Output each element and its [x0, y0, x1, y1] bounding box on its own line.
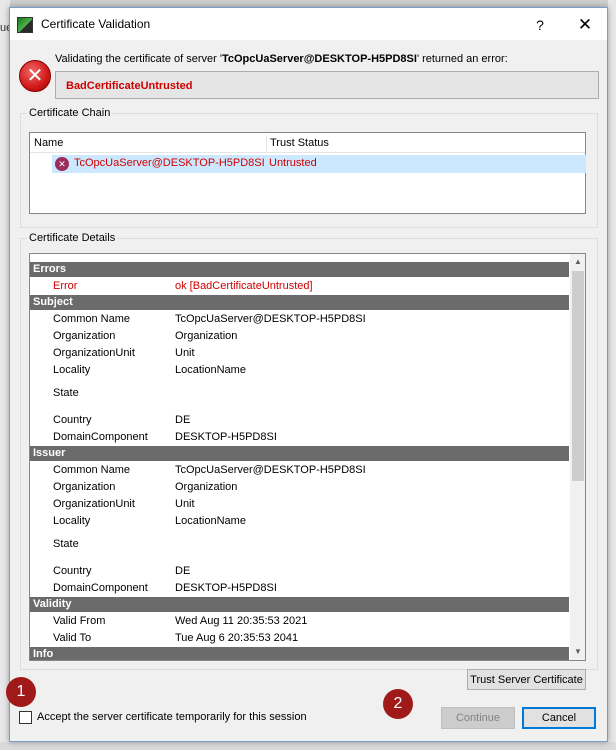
app-icon — [17, 17, 33, 33]
details-row[interactable]: OrganizationUnit Unit — [30, 345, 569, 362]
details-row-key: Valid To — [53, 632, 92, 644]
untrusted-cert-icon: ✕ — [55, 157, 69, 171]
details-scrollbar[interactable]: ▲ ▼ — [570, 254, 585, 660]
cancel-button[interactable]: Cancel — [522, 707, 596, 729]
details-row-key: Error — [53, 280, 78, 292]
annotation-badge-1: 1 — [6, 677, 36, 707]
scroll-down-arrow-icon[interactable]: ▼ — [570, 644, 585, 660]
help-button[interactable]: ? — [525, 14, 555, 36]
details-row-key: State — [53, 538, 79, 550]
details-row[interactable]: Valid From Wed Aug 11 20:35:53 2021 — [30, 613, 569, 630]
close-button[interactable]: ✕ — [570, 14, 600, 36]
details-row-key: DomainComponent — [53, 582, 148, 594]
dialog-title: Certificate Validation — [41, 17, 151, 31]
details-row[interactable]: Organization Organization — [30, 479, 569, 496]
details-row-key: OrganizationUnit — [53, 498, 135, 510]
column-header-trust-status[interactable]: Trust Status — [270, 137, 329, 149]
chain-row[interactable]: ✕ TcOpcUaServer@DESKTOP-H5PD8SI Untruste… — [52, 155, 586, 173]
details-section-header: Subject — [30, 295, 569, 310]
details-row[interactable]: Error ok [BadCertificateUntrusted] — [30, 278, 569, 295]
details-section-header: Issuer — [30, 446, 569, 461]
certificate-details-list[interactable]: Errors Error ok [BadCertificateUntrusted] S… — [29, 253, 586, 661]
details-row[interactable]: State — [30, 379, 569, 412]
details-section-header: Info — [30, 647, 569, 660]
details-row-key: Locality — [53, 515, 91, 527]
background-app-edge-right — [608, 0, 616, 750]
details-row-key: Country — [53, 414, 92, 426]
accept-temporarily-label[interactable]: Accept the server certificate temporaril… — [37, 711, 307, 723]
details-row[interactable]: Country DE — [30, 412, 569, 429]
details-row-value: Tue Aug 6 20:35:53 2041 — [175, 632, 299, 644]
details-row-value: TcOpcUaServer@DESKTOP-H5PD8SI — [175, 313, 366, 325]
details-section-header: Errors — [30, 262, 569, 277]
details-row-value: Organization — [175, 330, 238, 342]
details-row-key: Organization — [53, 330, 116, 342]
details-row[interactable]: Common Name TcOpcUaServer@DESKTOP-H5PD8SI — [30, 311, 569, 328]
details-row-value: DESKTOP-H5PD8SI — [175, 582, 277, 594]
chain-row-status: Untrusted — [269, 157, 317, 169]
details-row[interactable]: DomainComponent DESKTOP-H5PD8SI — [30, 580, 569, 597]
column-divider[interactable] — [266, 135, 267, 151]
details-row-value: Unit — [175, 498, 195, 510]
continue-button[interactable]: Continue — [441, 707, 515, 729]
details-row-value: LocationName — [175, 515, 246, 527]
error-icon: ✕ — [19, 60, 51, 92]
details-row-key: Common Name — [53, 313, 131, 325]
background-app-edge-bottom — [0, 742, 616, 750]
details-row[interactable]: Organization Organization — [30, 328, 569, 345]
details-row-value: TcOpcUaServer@DESKTOP-H5PD8SI — [175, 464, 366, 476]
details-row-value: Unit — [175, 347, 195, 359]
details-row-value: ok [BadCertificateUntrusted] — [175, 280, 313, 292]
accept-temporarily-checkbox[interactable] — [19, 711, 32, 724]
details-row-key: Locality — [53, 364, 91, 376]
details-row-key: Country — [53, 565, 92, 577]
chain-list-header: Name Trust Status — [30, 133, 585, 153]
details-section-header: Validity — [30, 597, 569, 612]
details-row-value: LocationName — [175, 364, 246, 376]
details-row-value: DE — [175, 565, 191, 577]
trust-server-certificate-button[interactable]: Trust Server Certificate — [467, 669, 586, 690]
error-code-box: BadCertificateUntrusted — [55, 71, 599, 99]
annotation-badge-2: 2 — [383, 689, 413, 719]
details-row[interactable]: Locality LocationName — [30, 513, 569, 530]
scroll-up-arrow-icon[interactable]: ▲ — [570, 254, 585, 270]
validation-message: Validating the certificate of server 'Tc… — [55, 53, 508, 65]
details-row-value: Wed Aug 11 20:35:53 2021 — [175, 615, 308, 627]
details-row-value: Organization — [175, 481, 238, 493]
scroll-thumb[interactable] — [572, 271, 584, 481]
certificate-chain-list[interactable]: Name Trust Status ✕ TcOpcUaServer@DESKTO… — [29, 132, 586, 214]
certificate-details-label: Certificate Details — [27, 232, 118, 244]
details-row-key: Common Name — [53, 464, 131, 476]
details-row-key: Organization — [53, 481, 116, 493]
certificate-chain-label: Certificate Chain — [27, 107, 113, 119]
details-row-key: Valid From — [53, 615, 106, 627]
details-row[interactable]: Locality LocationName — [30, 362, 569, 379]
details-row-key: DomainComponent — [53, 431, 148, 443]
details-row-value: DESKTOP-H5PD8SI — [175, 431, 277, 443]
details-row-key: OrganizationUnit — [53, 347, 135, 359]
certificate-validation-dialog: Certificate Validation ? ✕ ✕ Validating … — [9, 7, 608, 742]
details-row-key: State — [53, 387, 79, 399]
details-row[interactable]: OrganizationUnit Unit — [30, 496, 569, 513]
details-row[interactable]: State — [30, 530, 569, 563]
chain-row-name: TcOpcUaServer@DESKTOP-H5PD8SI — [74, 157, 265, 169]
title-bar[interactable]: Certificate Validation ? ✕ — [10, 8, 607, 40]
details-row[interactable]: Valid To Tue Aug 6 20:35:53 2041 — [30, 630, 569, 647]
details-row[interactable]: Common Name TcOpcUaServer@DESKTOP-H5PD8SI — [30, 462, 569, 479]
details-row[interactable]: Country DE — [30, 563, 569, 580]
column-header-name[interactable]: Name — [34, 137, 63, 149]
details-row-value: DE — [175, 414, 191, 426]
server-name: TcOpcUaServer@DESKTOP-H5PD8SI — [221, 53, 417, 65]
details-row[interactable]: DomainComponent DESKTOP-H5PD8SI — [30, 429, 569, 446]
